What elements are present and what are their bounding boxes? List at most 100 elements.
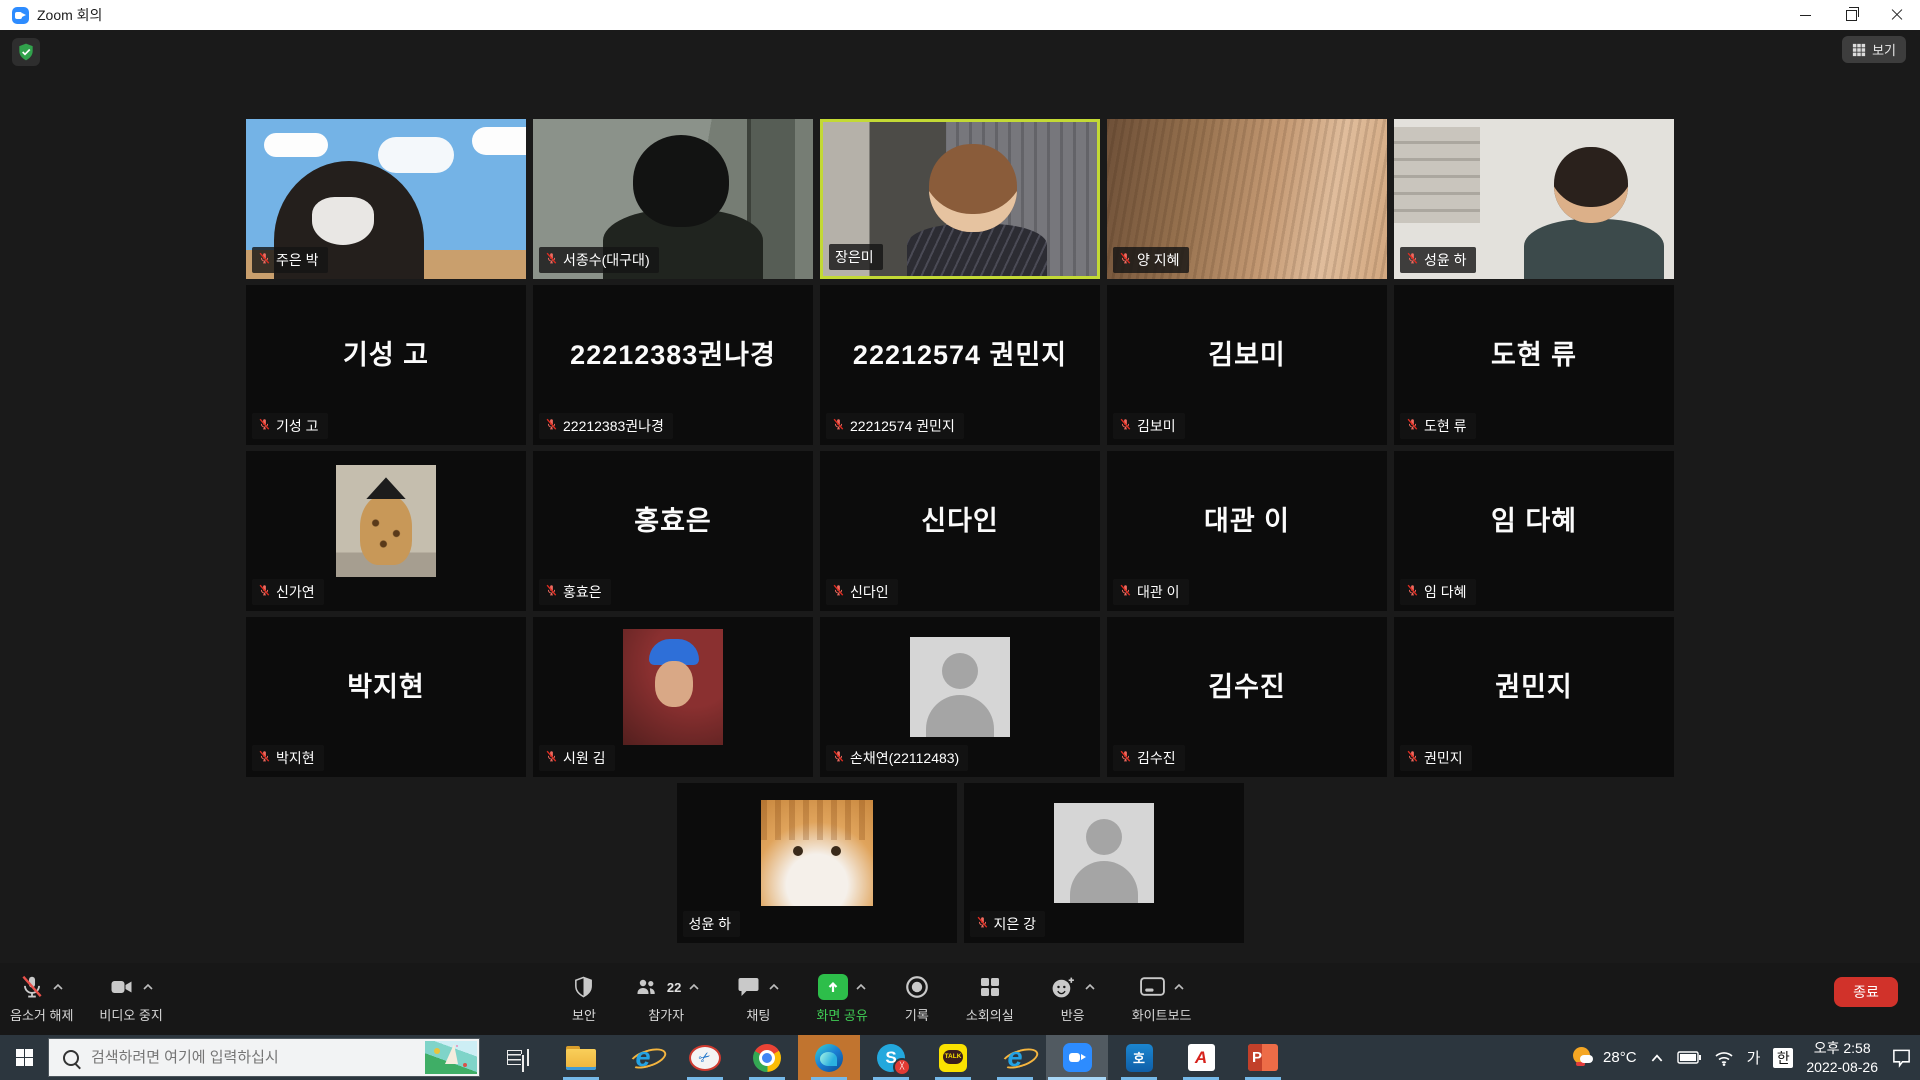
restore-button[interactable] (1828, 0, 1874, 30)
search-icon (63, 1050, 79, 1066)
zoom-icon (1063, 1043, 1092, 1072)
participant-tile[interactable]: 성윤 하 (1394, 119, 1674, 279)
participant-tile[interactable]: 김수진김수진 (1107, 617, 1387, 777)
record-icon (904, 974, 930, 1000)
participant-name-label: 성윤 하 (683, 911, 741, 937)
chevron-up-icon[interactable] (855, 983, 867, 991)
participant-tile[interactable]: 신가연 (246, 451, 526, 611)
kakaotalk-taskbar-button[interactable]: TALK (922, 1035, 984, 1080)
taskbar-clock[interactable]: 오후 2:58 2022-08-26 (1806, 1039, 1878, 1077)
participant-tile[interactable]: 지은 강 (964, 783, 1244, 943)
participant-tile[interactable]: 시원 김 (533, 617, 813, 777)
participant-tile[interactable]: 홍효은홍효은 (533, 451, 813, 611)
participant-tile[interactable]: 주은 박 (246, 119, 526, 279)
participant-profile-photo (336, 465, 436, 577)
reactions-button[interactable]: 반응 (1050, 970, 1096, 1024)
unmute-button[interactable]: 음소거 해제 (10, 970, 73, 1024)
participant-name-text: 주은 박 (276, 250, 319, 270)
record-button[interactable]: 기록 (904, 970, 930, 1024)
minimize-button[interactable] (1782, 0, 1828, 30)
muted-mic-icon (832, 750, 845, 766)
gallery-row: 기성 고기성 고22212383권나경22212383권나경22212574 권… (246, 285, 1674, 445)
record-label: 기록 (905, 1005, 929, 1024)
action-center-icon[interactable] (1891, 1048, 1912, 1068)
share-screen-icon (818, 974, 848, 1000)
ime-korean-indicator[interactable]: 한 (1773, 1048, 1793, 1068)
start-button[interactable] (0, 1035, 48, 1080)
ime-ga-indicator[interactable]: 가 (1747, 1047, 1761, 1068)
participant-tile[interactable]: 박지현박지현 (246, 617, 526, 777)
weather-widget[interactable]: 28°C (1572, 1046, 1637, 1070)
participant-display-name: 22212383권나경 (533, 285, 813, 419)
participant-name-label: 지은 강 (970, 911, 1046, 937)
stop-video-button[interactable]: 비디오 중지 (99, 970, 162, 1024)
security-verified-badge[interactable] (12, 38, 40, 66)
powerpoint-taskbar-button[interactable]: P (1232, 1035, 1294, 1080)
taskbar-search[interactable] (48, 1038, 480, 1077)
end-meeting-button[interactable]: 종료 (1834, 977, 1898, 1007)
security-button[interactable]: 보안 (572, 970, 596, 1024)
chrome-icon (753, 1044, 781, 1072)
participant-tile[interactable]: 장은미 (820, 119, 1100, 279)
edge-taskbar-button[interactable] (798, 1035, 860, 1080)
skype-taskbar-button[interactable]: S (860, 1035, 922, 1080)
participant-tile[interactable]: 22212383권나경22212383권나경 (533, 285, 813, 445)
participant-name-label: 장은미 (829, 244, 883, 270)
file-explorer-icon (566, 1046, 596, 1070)
participant-tile[interactable]: 기성 고기성 고 (246, 285, 526, 445)
internet-explorer-2-icon: e (1007, 1042, 1022, 1073)
participant-name-label: 신다인 (826, 579, 898, 605)
chevron-up-icon[interactable] (142, 983, 154, 991)
participant-name-label: 박지현 (252, 745, 324, 771)
participant-tile[interactable]: 권민지권민지 (1394, 617, 1674, 777)
chevron-up-icon[interactable] (1173, 983, 1185, 991)
view-button[interactable]: 보기 (1842, 36, 1906, 63)
participant-tile[interactable]: 도현 류도현 류 (1394, 285, 1674, 445)
chrome-taskbar-button[interactable] (736, 1035, 798, 1080)
internet-explorer-2-taskbar-button[interactable]: e (984, 1035, 1046, 1080)
participant-display-name: 임 다혜 (1394, 451, 1674, 585)
participant-name-label: 양 지혜 (1113, 247, 1189, 273)
muted-mic-icon (1119, 418, 1132, 434)
internet-explorer-taskbar-button[interactable]: e (612, 1035, 674, 1080)
battery-icon[interactable] (1677, 1051, 1701, 1064)
tray-expand-chevron-icon[interactable] (1650, 1053, 1664, 1063)
task-view-taskbar-button[interactable] (488, 1035, 550, 1080)
participant-tile[interactable]: 양 지혜 (1107, 119, 1387, 279)
participant-name-text: 신다인 (850, 582, 889, 602)
chat-button[interactable]: 채팅 (736, 970, 780, 1024)
meeting-area: 보기 주은 박서종수(대구대)장은미양 지혜성윤 하기성 고기성 고222123… (0, 30, 1920, 1035)
participant-name-text: 홍효은 (563, 582, 602, 602)
share-screen-button[interactable]: 화면 공유 (816, 970, 867, 1024)
whiteboard-button[interactable]: 화이트보드 (1132, 970, 1192, 1024)
chevron-up-icon[interactable] (768, 983, 780, 991)
chevron-up-icon[interactable] (52, 983, 64, 991)
participant-tile[interactable]: 신다인신다인 (820, 451, 1100, 611)
minimize-icon (1800, 15, 1811, 16)
chevron-up-icon[interactable] (1084, 983, 1096, 991)
acrobat-taskbar-button[interactable]: A (1170, 1035, 1232, 1080)
participant-tile[interactable]: 22212574 권민지22212574 권민지 (820, 285, 1100, 445)
file-explorer-taskbar-button[interactable] (550, 1035, 612, 1080)
chevron-up-icon[interactable] (688, 983, 700, 991)
participant-name-label: 손채연(22112483) (826, 745, 968, 771)
participant-tile[interactable]: 서종수(대구대) (533, 119, 813, 279)
participant-tile[interactable]: 손채연(22112483) (820, 617, 1100, 777)
participant-tile[interactable]: 대관 이대관 이 (1107, 451, 1387, 611)
breakout-rooms-button[interactable]: 소회의실 (966, 970, 1014, 1024)
muted-mic-icon (1406, 584, 1419, 600)
participant-tile[interactable]: 김보미김보미 (1107, 285, 1387, 445)
muted-mic-icon (545, 750, 558, 766)
zoom-taskbar-button[interactable] (1046, 1035, 1108, 1080)
participant-name-text: 권민지 (1424, 748, 1463, 768)
search-highlight-illustration-icon[interactable] (425, 1041, 477, 1074)
participant-tile[interactable]: 성윤 하 (677, 783, 957, 943)
participant-name-label: 주은 박 (252, 247, 328, 273)
wifi-icon[interactable] (1714, 1050, 1734, 1066)
participants-button[interactable]: 22 참가자 (632, 970, 700, 1024)
korean-office-taskbar-button[interactable]: 호 (1108, 1035, 1170, 1080)
participant-tile[interactable]: 임 다혜임 다혜 (1394, 451, 1674, 611)
close-button[interactable] (1874, 0, 1920, 30)
search-input[interactable] (89, 1048, 393, 1067)
snipping-tool-taskbar-button[interactable]: ✂ (674, 1035, 736, 1080)
